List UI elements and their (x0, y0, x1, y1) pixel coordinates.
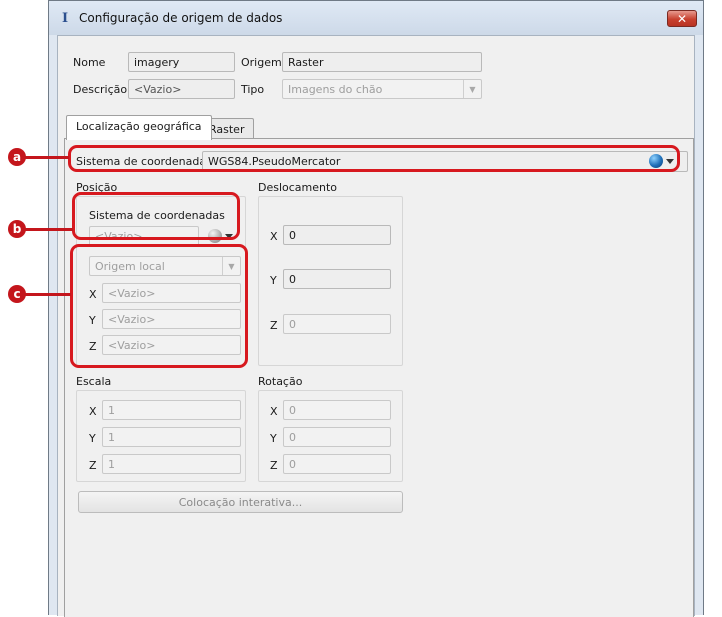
esc-y-label: Y (89, 432, 96, 445)
rot-y-label: Y (270, 432, 277, 445)
rot-y-field[interactable]: 0 (283, 427, 391, 447)
annotation-leader-c (20, 293, 71, 296)
chevron-down-icon: ▼ (463, 80, 481, 98)
desl-x-field[interactable]: 0 (283, 225, 391, 245)
rot-x-field[interactable]: 0 (283, 400, 391, 420)
annotation-leader-b (20, 228, 73, 231)
rotacao-title: Rotação (258, 375, 303, 388)
esc-z-field[interactable]: 1 (102, 454, 241, 474)
window-title: Configuração de origem de dados (79, 11, 283, 25)
esc-z-label: Z (89, 459, 97, 472)
nome-label: Nome (73, 56, 106, 69)
app-icon: I (61, 10, 69, 26)
descricao-field[interactable]: <Vazio> (128, 79, 235, 99)
desl-z-field[interactable]: 0 (283, 314, 391, 334)
annotation-callout-b: b (8, 220, 26, 238)
deslocamento-title: Deslocamento (258, 181, 338, 194)
esc-x-field[interactable]: 1 (102, 400, 241, 420)
nome-field[interactable]: imagery (128, 52, 235, 72)
rot-z-label: Z (270, 459, 278, 472)
esc-x-label: X (89, 405, 97, 418)
desl-y-field[interactable]: 0 (283, 269, 391, 289)
desl-y-label: Y (270, 274, 277, 287)
tipo-select-value: Imagens do chão (288, 83, 383, 96)
close-icon: ✕ (676, 11, 688, 26)
tipo-label: Tipo (241, 83, 265, 96)
tab-localizacao-geografica[interactable]: Localização geográfica (66, 115, 212, 140)
tipo-select[interactable]: Imagens do chão ▼ (282, 79, 482, 99)
esc-y-field[interactable]: 1 (102, 427, 241, 447)
rot-z-field[interactable]: 0 (283, 454, 391, 474)
escala-title: Escala (76, 375, 112, 388)
origem-label: Origem (241, 56, 282, 69)
desl-x-label: X (270, 230, 278, 243)
annotation-ring-c (70, 244, 248, 368)
descricao-label: Descrição (73, 83, 128, 96)
annotation-callout-c: c (8, 285, 26, 303)
annotation-leader-a (20, 156, 69, 159)
origem-field[interactable]: Raster (282, 52, 482, 72)
annotation-ring-b (72, 192, 240, 240)
annotation-ring-a (68, 145, 680, 172)
annotation-callout-a: a (8, 148, 26, 166)
rot-x-label: X (270, 405, 278, 418)
colocacao-interativa-button[interactable]: Colocação interativa... (78, 491, 403, 513)
close-button[interactable]: ✕ (667, 10, 697, 27)
desl-z-label: Z (270, 319, 278, 332)
title-bar[interactable]: I Configuração de origem de dados ✕ (49, 1, 703, 35)
